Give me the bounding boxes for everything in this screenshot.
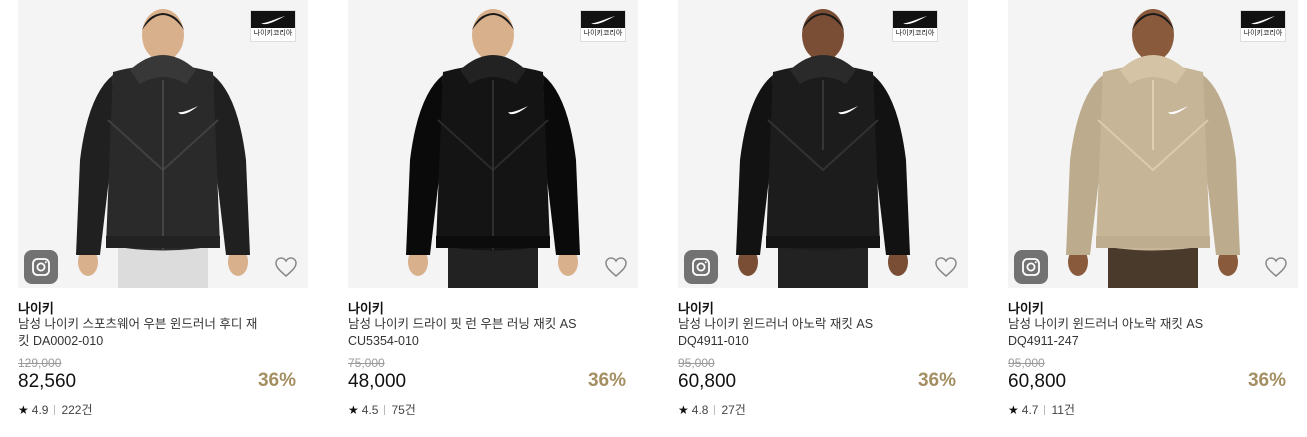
rating-value: 4.8 [691,402,709,417]
brand-name[interactable]: 나이키 [18,298,54,317]
brand-badge-label: 나이키코리아 [253,30,293,37]
original-price: 75,000 [348,356,385,370]
swoosh-icon [581,11,625,28]
swoosh-icon [251,11,295,28]
brand-badge-label: 나이키코리아 [583,30,623,37]
jacket-photo [76,9,250,288]
divider [54,404,56,415]
product-name-line: 남성 나이키 윈드러너 아노락 재킷 AS [1008,317,1204,331]
product-name-line: 남성 나이키 스포츠웨어 우븐 윈드러너 후디 재 [18,317,258,331]
head [142,9,184,61]
waistband [1096,236,1210,248]
jacket-photo [406,9,580,288]
nike-korea-logo: 나이키코리아 [580,10,626,42]
product-name[interactable]: 남성 나이키 드라이 핏 런 우븐 러닝 재킷 AS CU5354-010 [348,316,618,350]
product-name-line: 남성 나이키 드라이 핏 런 우븐 러닝 재킷 AS [348,317,577,331]
star-icon: ★ [18,402,29,417]
review-count: 27건 [721,403,746,417]
review-count: 75건 [391,403,416,417]
original-price: 95,000 [678,356,715,370]
product-code: CU5354-010 [348,334,419,348]
product-name[interactable]: 남성 나이키 윈드러너 아노락 재킷 AS DQ4911-010 [678,316,948,350]
nike-korea-logo: 나이키코리아 [250,10,296,42]
instagram-icon[interactable] [24,250,58,284]
rating-value: 4.7 [1021,402,1039,417]
product-code: DQ4911-247 [1008,334,1079,348]
swoosh-icon [893,11,937,28]
product-card[interactable]: 나이키코리아 나이키 남성 나이키 윈드러너 아노락 재킷 AS DQ4911-… [1008,0,1298,437]
original-price: 129,000 [18,356,62,370]
product-name[interactable]: 남성 나이키 윈드러너 아노락 재킷 AS DQ4911-247 [1008,316,1278,350]
head [1132,9,1174,61]
nike-korea-logo: 나이키코리아 [1240,10,1286,42]
review-count: 222건 [61,403,93,417]
brand-badge-label: 나이키코리아 [1243,30,1283,37]
star-icon: ★ [678,402,689,417]
wishlist-heart-icon[interactable] [1264,256,1288,278]
waistband [106,236,220,248]
product-name[interactable]: 남성 나이키 스포츠웨어 우븐 윈드러너 후디 재 킷 DA0002-010 [18,316,288,350]
head [472,9,514,61]
discount-rate: 36% [917,370,956,391]
product-name-line: 남성 나이키 윈드러너 아노락 재킷 AS [678,317,874,331]
rating-row: ★ 4.5 75건 [348,401,416,418]
brand-name[interactable]: 나이키 [678,298,714,317]
rating-row: ★ 4.8 27건 [678,401,746,418]
rating-row: ★ 4.9 222건 [18,401,93,418]
discount-rate: 36% [257,370,296,391]
wishlist-heart-icon[interactable] [934,256,958,278]
jacket-photo [1066,9,1240,288]
product-card[interactable]: 나이키코리아 나이키 남성 나이키 윈드러너 아노락 재킷 AS DQ4911-… [678,0,968,437]
rating-row: ★ 4.7 11건 [1008,401,1075,418]
star-icon: ★ [1008,402,1019,417]
brand-name[interactable]: 나이키 [348,298,384,317]
discount-rate: 36% [587,370,626,391]
rating-value: 4.9 [31,402,49,417]
divider [384,404,386,415]
jacket-photo [736,9,910,288]
sale-price: 48,000 [348,371,407,392]
original-price: 95,000 [1008,356,1045,370]
product-grid: 나이키코리아 나이키 남성 나이키 스포츠웨어 우븐 윈드러너 후디 재 킷 D… [0,0,1307,437]
swoosh-icon [1241,11,1285,28]
sale-price: 60,800 [1008,371,1067,392]
sale-price: 60,800 [678,371,737,392]
divider [1044,404,1046,415]
wishlist-heart-icon[interactable] [604,256,628,278]
star-icon: ★ [348,402,359,417]
sale-price: 82,560 [18,371,77,392]
head [802,9,844,61]
waistband [766,236,880,248]
product-image[interactable]: 나이키코리아 [1008,0,1298,288]
product-card[interactable]: 나이키코리아 나이키 남성 나이키 드라이 핏 런 우븐 러닝 재킷 AS CU… [348,0,638,437]
waistband [436,236,550,248]
nike-korea-logo: 나이키코리아 [892,10,938,42]
wishlist-heart-icon[interactable] [274,256,298,278]
review-count: 11건 [1051,403,1075,417]
brand-badge-label: 나이키코리아 [895,30,935,37]
instagram-icon[interactable] [684,250,718,284]
rating-value: 4.5 [361,402,379,417]
product-image[interactable]: 나이키코리아 [348,0,638,288]
product-image[interactable]: 나이키코리아 [18,0,308,288]
product-code: 킷 DA0002-010 [18,334,104,348]
divider [714,404,716,415]
brand-name[interactable]: 나이키 [1008,298,1044,317]
product-code: DQ4911-010 [678,334,749,348]
product-image[interactable]: 나이키코리아 [678,0,968,288]
instagram-icon[interactable] [1014,250,1048,284]
discount-rate: 36% [1247,370,1286,391]
product-card[interactable]: 나이키코리아 나이키 남성 나이키 스포츠웨어 우븐 윈드러너 후디 재 킷 D… [18,0,308,437]
